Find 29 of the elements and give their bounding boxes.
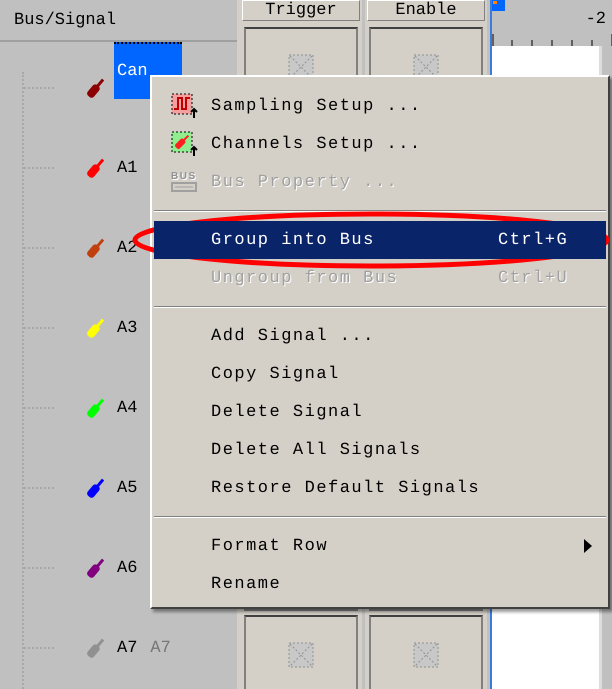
column-header: Bus/Signal: [14, 10, 116, 30]
column-header-button[interactable]: Enable: [367, 0, 485, 21]
column-header-button[interactable]: Trigger: [242, 0, 360, 21]
signal-name[interactable]: A5: [114, 460, 140, 516]
shortcut-label: Ctrl+G: [498, 230, 570, 250]
menu-item[interactable]: Channels Setup ...: [154, 125, 606, 163]
setting-cell[interactable]: [369, 615, 483, 689]
signal-name[interactable]: A6: [114, 540, 140, 596]
menu-item[interactable]: Rename: [154, 565, 606, 603]
menu-item[interactable]: Format Row: [154, 527, 606, 565]
menu-item[interactable]: Delete Signal: [154, 393, 606, 431]
empty-cell-icon: [288, 642, 314, 668]
ruler-tick-label: -2: [586, 9, 607, 29]
cursor-marker-icon[interactable]: [492, 0, 506, 12]
probe-settings-icon: [170, 131, 198, 157]
setting-cell[interactable]: [244, 615, 358, 689]
menu-item[interactable]: Copy Signal: [154, 355, 606, 393]
empty-cell-icon: [413, 642, 439, 668]
signal-name[interactable]: A7: [114, 620, 140, 676]
menu-item[interactable]: Delete All Signals: [154, 431, 606, 469]
signal-name[interactable]: A1: [114, 140, 140, 196]
waveform-icon: [170, 93, 198, 119]
menu-item[interactable]: Add Signal ...: [154, 317, 606, 355]
menu-item[interactable]: Restore Default Signals: [154, 469, 606, 507]
signal-name[interactable]: A4: [114, 380, 140, 436]
icon-caption: BUS: [170, 171, 196, 182]
signal-name[interactable]: A3: [114, 300, 140, 356]
signal-alias: A7: [150, 638, 171, 658]
menu-item[interactable]: Group into Bus Ctrl+G: [154, 221, 606, 259]
